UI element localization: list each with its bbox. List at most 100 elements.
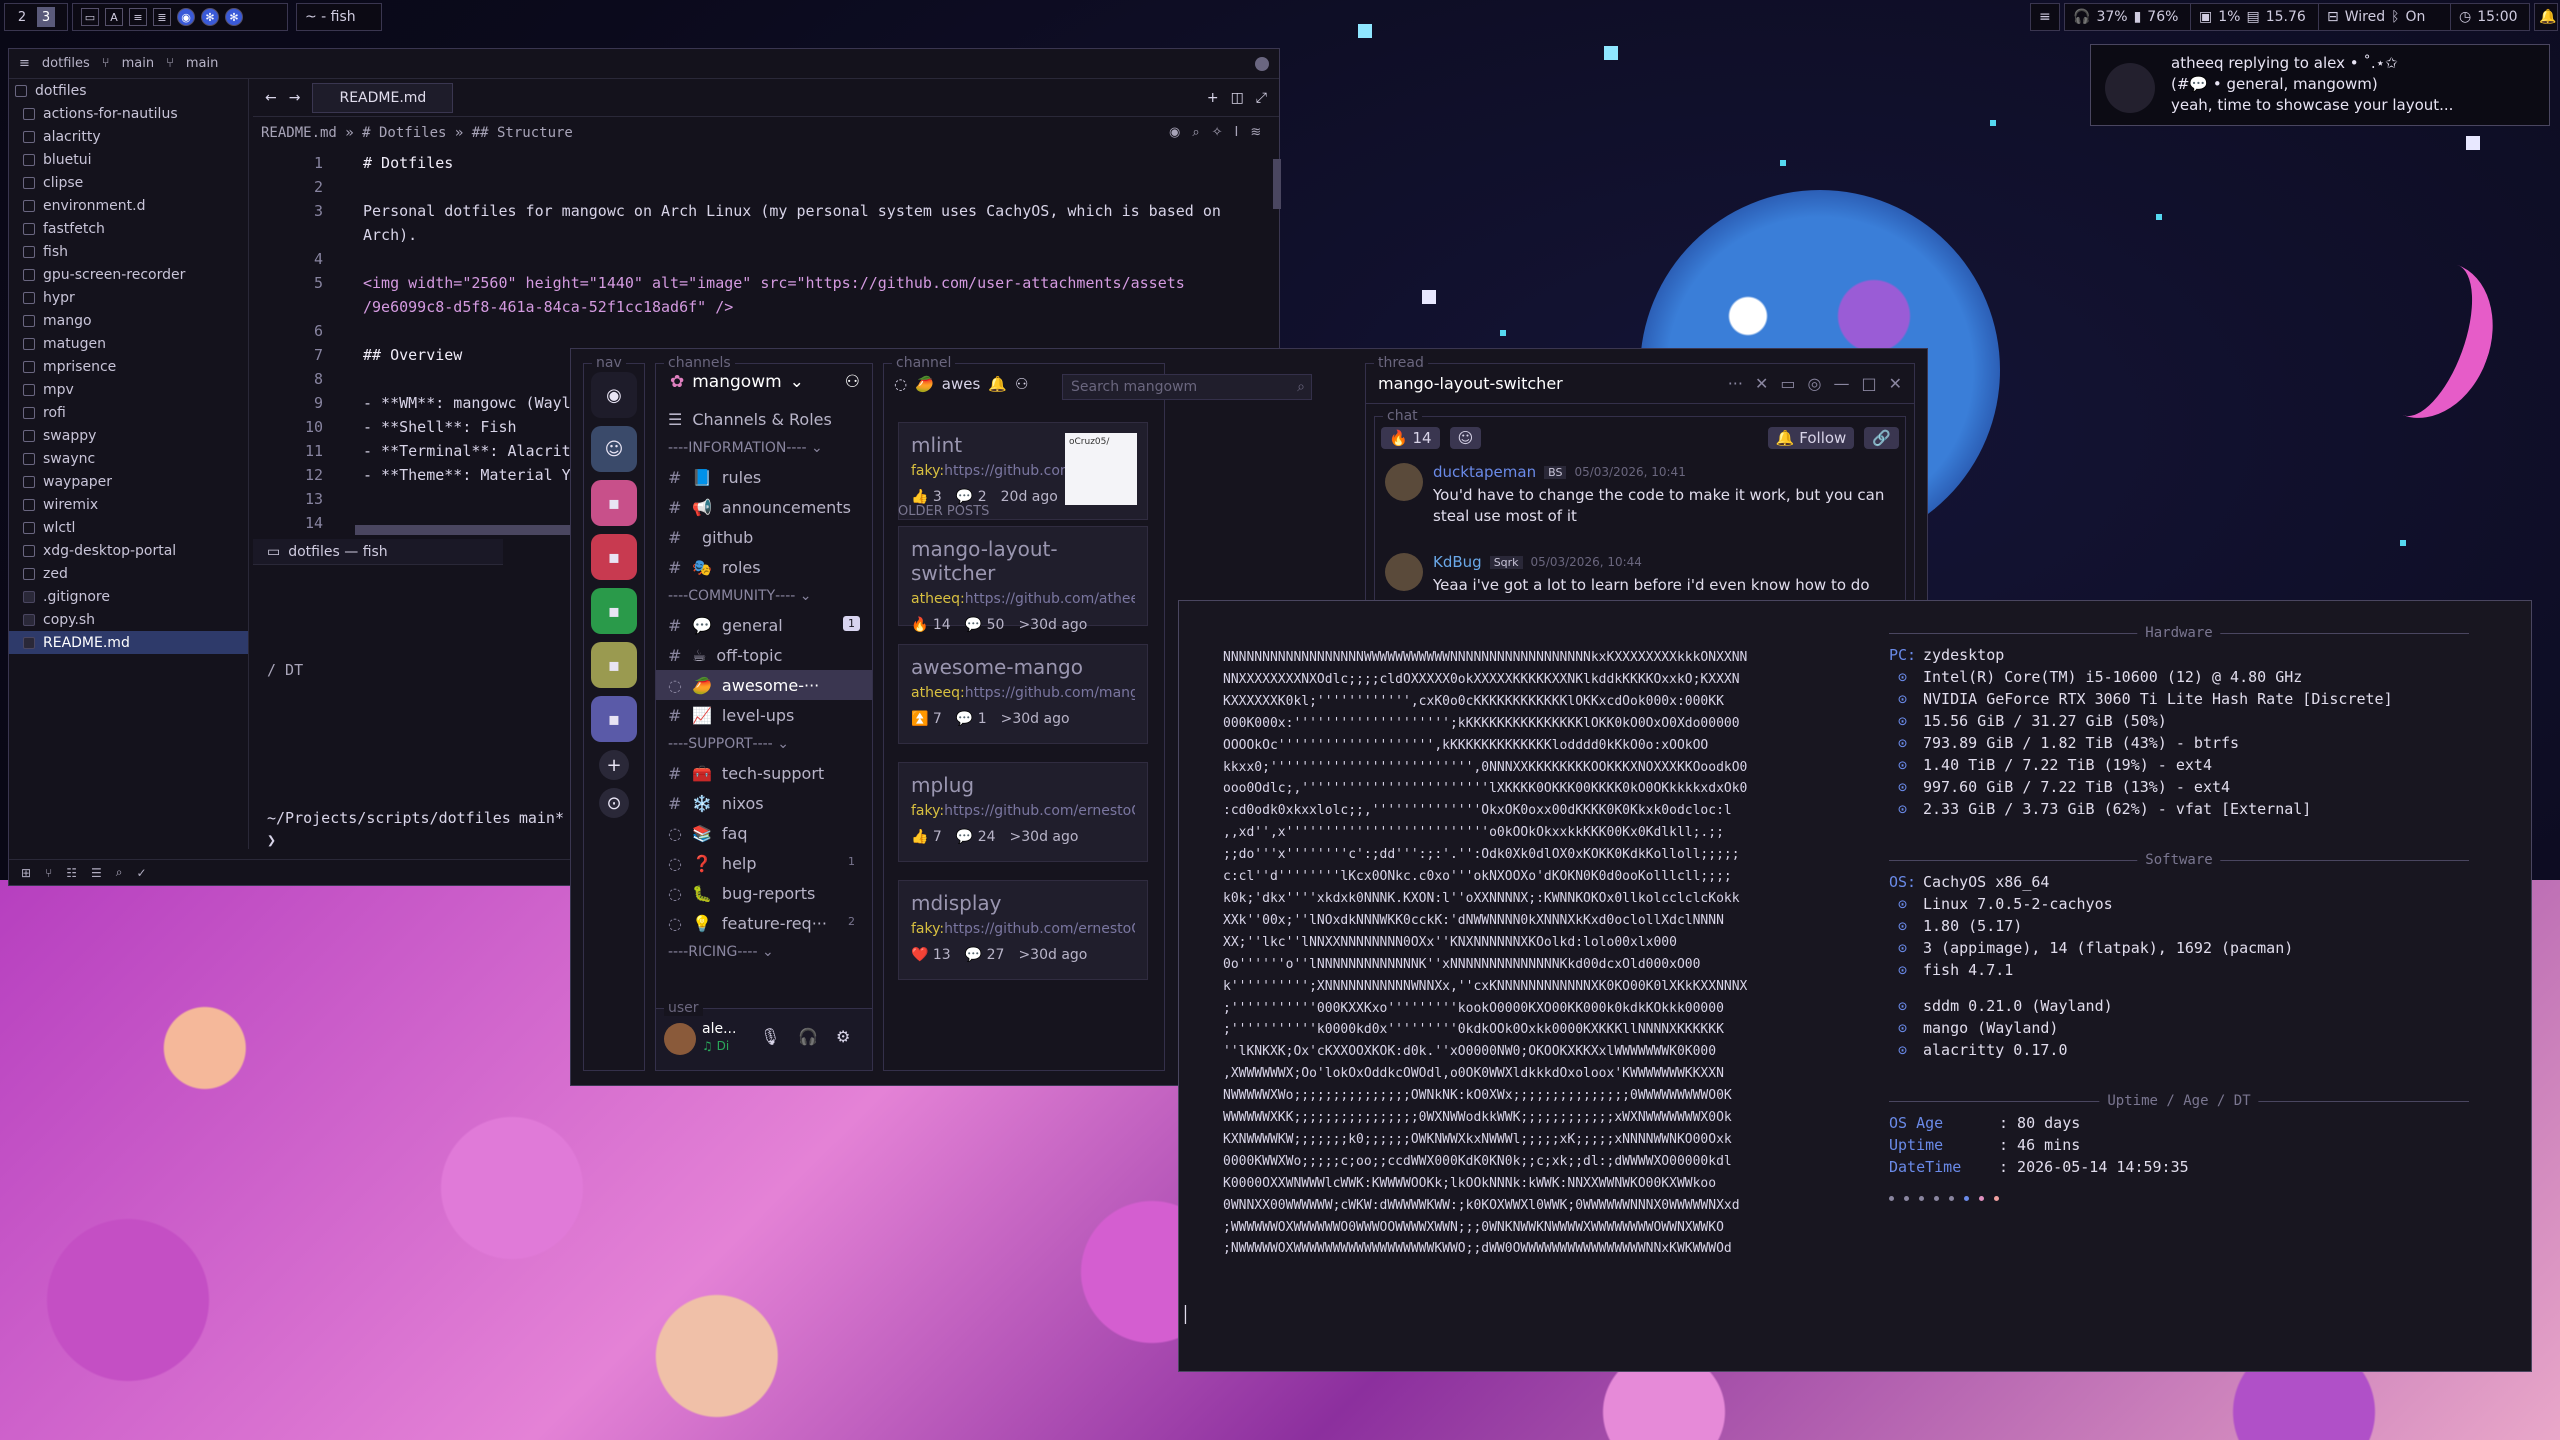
forum-post[interactable]: mango-layout-switcher atheeq:https://gith… [898,526,1148,633]
snow-icon[interactable]: ✻ [225,8,243,26]
tree-item[interactable]: mprisence [9,355,248,378]
close-window-icon[interactable]: ✕ [1889,374,1902,393]
terminal-tab[interactable]: ▭ dotfiles — fish [253,539,503,565]
forward-icon[interactable]: → [289,90,301,106]
eye-icon[interactable]: ◉ [1169,125,1180,140]
tree-item[interactable]: hypr [9,286,248,309]
post-reaction[interactable]: 🔥 14 [911,617,951,633]
post-link[interactable]: https://github.com/atheeq-rhxn [965,591,1135,607]
tree-item[interactable]: environment.d [9,194,248,217]
users-icon[interactable]: ☷ [66,866,77,880]
channel-item[interactable]: ◌ 📚 faq [656,818,872,848]
channel-item[interactable]: # 📢 announcements [656,492,872,522]
wand-icon[interactable]: ✧ [1212,125,1223,140]
tree-item[interactable]: alacritty [9,125,248,148]
post-link[interactable]: https://github.com/ernestoCruz0 [944,803,1135,819]
chat-message[interactable]: KdBug Sqrk 05/03/2026, 10:44 Yeaa i've got … [1375,549,1905,600]
inbox-icon[interactable]: ▭ [1780,374,1795,393]
close-icon[interactable]: ✕ [1755,374,1768,393]
follow-button[interactable]: 🔔 Follow [1767,427,1855,449]
post-link[interactable]: https://github.com/ernestoCruz0 [944,921,1135,937]
terminal-icon[interactable]: ▭ [81,8,99,26]
workspace-2[interactable]: 2 [13,7,31,27]
clock[interactable]: ◷ 15:00 [2450,3,2530,31]
channel-item[interactable]: # ❄️ nixos [656,788,872,818]
files-icon[interactable]: ≡ [129,8,147,26]
tree-item[interactable]: wiremix [9,493,248,516]
menu-button[interactable]: ≡ [2030,3,2060,31]
tree-item[interactable]: actions-for-nautilus [9,102,248,125]
forum-post[interactable]: mplug faky:https://github.com/ernestoCruz… [898,762,1148,862]
server-folder-icon[interactable]: ▪ [591,642,637,688]
network-status[interactable]: ⊟ Wired ᛒ On [2318,3,2452,31]
help-icon[interactable]: ◎ [1808,374,1822,393]
tree-item[interactable]: zed [9,562,248,585]
minimize-icon[interactable]: — [1833,374,1849,393]
post-reaction[interactable]: 👍 7 [911,829,942,845]
workspace-3[interactable]: 3 [37,7,55,27]
tree-item[interactable]: xdg-desktop-portal [9,539,248,562]
channel-item[interactable]: ◌ 🥭 awesome-··· [656,670,872,700]
channel-item[interactable]: ◌ 🐛 bug-reports [656,878,872,908]
tree-item[interactable]: wlctl [9,516,248,539]
channel-item[interactable]: # 📘 rules [656,462,872,492]
post-reaction[interactable]: ❤️ 13 [911,947,951,963]
channel-item[interactable]: # 🧰 tech-support [656,758,872,788]
tree-item[interactable]: fastfetch [9,217,248,240]
server-folder-icon[interactable]: ▪ [591,588,637,634]
discord-home-icon[interactable]: ◉ [591,372,637,418]
notification-popup[interactable]: atheeq replying to alex • ˚.⋆✩ (#💬 • gen… [2090,44,2550,126]
channel-category[interactable]: ---- RICING ---- ⌄ [656,938,872,966]
tree-item[interactable]: matugen [9,332,248,355]
more-icon[interactable]: ··· [1728,374,1743,393]
forum-post[interactable]: awesome-mango atheeq:https://github.com/m… [898,644,1148,744]
tree-item[interactable]: swappy [9,424,248,447]
forum-post[interactable]: mdisplay faky:https://github.com/ernestoC… [898,880,1148,980]
channel-category[interactable]: ---- COMMUNITY ---- ⌄ [656,582,872,610]
channel-item[interactable]: ◌ ❓ help 1 [656,848,872,878]
message-author[interactable]: KdBug [1433,553,1482,571]
post-reaction[interactable]: 👍 3 [911,489,942,505]
tree-item[interactable]: .gitignore [9,585,248,608]
search-input[interactable]: Search mangowm ⌕ [1062,374,1312,400]
tree-root[interactable]: dotfiles [9,79,248,102]
channel-category[interactable]: ---- INFORMATION ---- ⌄ [656,434,872,462]
list-icon[interactable]: ≣ [153,8,171,26]
tree-item[interactable]: swaync [9,447,248,470]
server-folder-icon[interactable]: ▪ [591,480,637,526]
tree-item[interactable]: mpv [9,378,248,401]
add-member-icon[interactable]: ⚇ [845,372,860,392]
maximize-icon[interactable]: □ [1861,374,1876,393]
gear-icon[interactable]: ⚙ [836,1027,850,1046]
tree-item[interactable]: fish [9,240,248,263]
horizontal-scrollbar[interactable] [355,525,575,535]
channel-item[interactable]: # 🎭 roles [656,552,872,582]
split-icon[interactable]: ◫ [1231,90,1244,106]
outline-icon[interactable]: ☰ [91,866,102,880]
channels-roles[interactable]: ☰ Channels & Roles [656,404,872,434]
terminal-cursor[interactable]: ▏ [1185,1305,1195,1324]
avatar[interactable] [1385,553,1423,591]
tab-readme[interactable]: README.md [312,82,454,113]
compass-icon[interactable]: ⊙ [599,788,629,818]
git-icon[interactable]: ⑂ [45,866,52,880]
add-server-icon[interactable]: + [599,750,629,780]
message-author[interactable]: ducktapeman [1433,463,1536,481]
project-name[interactable]: dotfiles [42,56,90,71]
panel-icon[interactable]: ⊞ [21,866,31,880]
tree-item[interactable]: clipse [9,171,248,194]
tree-item[interactable]: gpu-screen-recorder [9,263,248,286]
avatar[interactable] [664,1023,696,1055]
tree-item[interactable]: waypaper [9,470,248,493]
post-link[interactable]: https://github.com/mangowm [965,685,1135,701]
search-icon[interactable]: ⌕ [116,865,123,880]
members-icon[interactable]: ⚇ [1015,375,1028,393]
tree-item[interactable]: bluetui [9,148,248,171]
channel-item[interactable]: # 💬 general 1 [656,610,872,640]
maximize-icon[interactable]: ⤢ [1256,90,1267,106]
avatar[interactable] [1255,56,1269,71]
channel-item[interactable]: # 📈 level-ups [656,700,872,730]
branch-name-2[interactable]: main [186,56,218,71]
plus-icon[interactable]: + [1207,90,1219,106]
code-icon[interactable]: A [105,8,123,26]
